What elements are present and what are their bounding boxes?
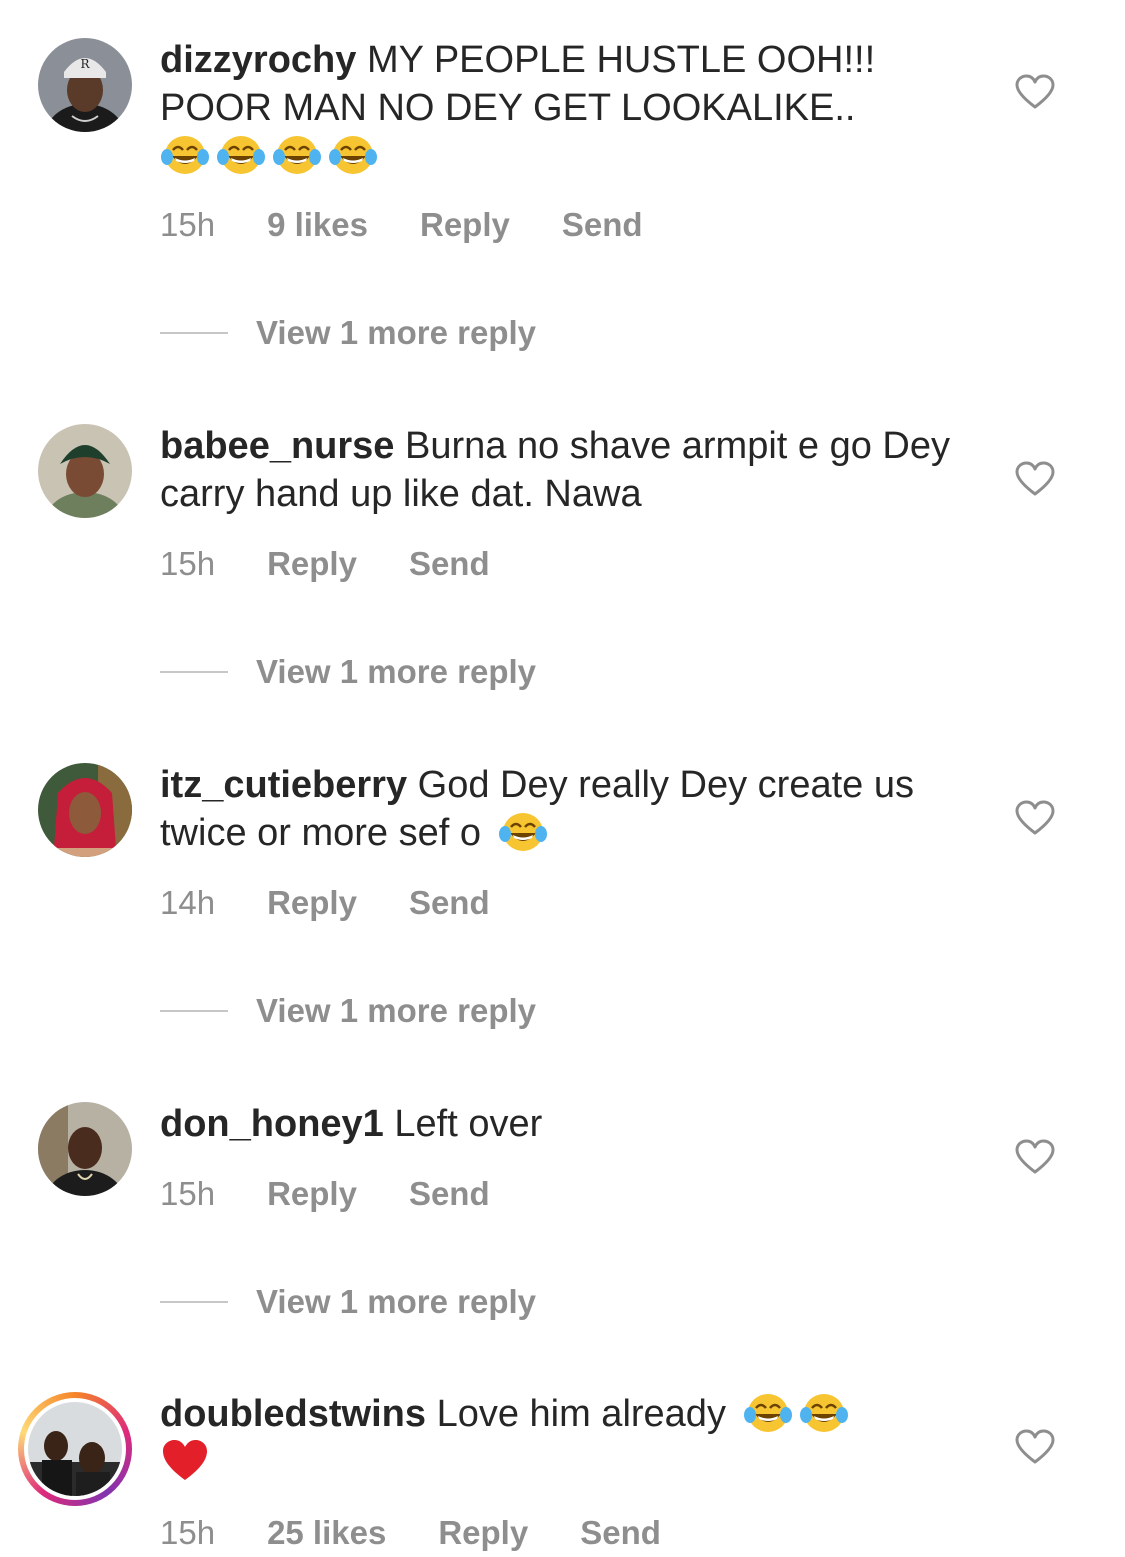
avatar bbox=[28, 1402, 122, 1496]
view-replies-label: View 1 more reply bbox=[256, 1283, 537, 1320]
comment-actions: 15h 9 likes Reply Send bbox=[160, 206, 643, 244]
like-heart-icon[interactable] bbox=[1015, 461, 1055, 497]
comment-username[interactable]: dizzyrochy bbox=[160, 39, 356, 81]
send-button[interactable]: Send bbox=[409, 545, 490, 583]
comment-time: 15h bbox=[160, 545, 216, 582]
divider bbox=[160, 1301, 228, 1303]
like-heart-icon[interactable] bbox=[1015, 1139, 1055, 1175]
view-replies-label: View 1 more reply bbox=[256, 992, 537, 1029]
comment-username[interactable]: don_honey1 bbox=[160, 1103, 384, 1145]
tears-of-joy-emoji bbox=[272, 132, 322, 176]
view-replies-label: View 1 more reply bbox=[256, 314, 537, 351]
avatar[interactable] bbox=[38, 763, 132, 857]
divider bbox=[160, 1010, 228, 1012]
tears-of-joy-emoji bbox=[498, 809, 548, 853]
comment-text: dizzyrochy MY PEOPLE HUSTLE OOH!!! POOR … bbox=[160, 36, 970, 180]
send-button[interactable]: Send bbox=[409, 1175, 490, 1213]
reply-button[interactable]: Reply bbox=[267, 884, 357, 922]
view-replies-button[interactable]: View 1 more reply bbox=[160, 653, 536, 691]
comment-text: babee_nurse Burna no shave armpit e go D… bbox=[160, 422, 970, 518]
tears-of-joy-emoji bbox=[216, 132, 266, 176]
avatar[interactable] bbox=[38, 1102, 132, 1196]
view-replies-label: View 1 more reply bbox=[256, 653, 537, 690]
view-replies-button[interactable]: View 1 more reply bbox=[160, 314, 536, 352]
likes-count[interactable]: 9 likes bbox=[267, 206, 368, 244]
send-button[interactable]: Send bbox=[580, 1514, 661, 1552]
tears-of-joy-emoji bbox=[328, 132, 378, 176]
comment-text: don_honey1 Left over bbox=[160, 1100, 970, 1148]
likes-count[interactable]: 25 likes bbox=[267, 1514, 386, 1552]
comment-time: 15h bbox=[160, 206, 216, 243]
like-heart-icon[interactable] bbox=[1015, 800, 1055, 836]
svg-text:R: R bbox=[80, 57, 90, 71]
comment-text: itz_cutieberry God Dey really Dey create… bbox=[160, 761, 970, 857]
comment-actions: 14h Reply Send bbox=[160, 884, 490, 922]
view-replies-button[interactable]: View 1 more reply bbox=[160, 1283, 536, 1321]
comment-actions: 15h Reply Send bbox=[160, 545, 490, 583]
comment-body: Love him already bbox=[436, 1393, 726, 1435]
red-heart-emoji bbox=[163, 1440, 207, 1480]
view-replies-button[interactable]: View 1 more reply bbox=[160, 992, 536, 1030]
comment-actions: 15h 25 likes Reply Send bbox=[160, 1514, 661, 1552]
comment-body: Left over bbox=[394, 1103, 543, 1145]
like-heart-icon[interactable] bbox=[1015, 74, 1055, 110]
send-button[interactable]: Send bbox=[562, 206, 643, 244]
comment-username[interactable]: babee_nurse bbox=[160, 425, 394, 467]
divider bbox=[160, 332, 228, 334]
avatar-story-ring[interactable] bbox=[18, 1392, 132, 1506]
like-heart-icon[interactable] bbox=[1015, 1429, 1055, 1465]
comment-body: MY PEOPLE HUSTLE OOH!!! bbox=[366, 39, 876, 81]
comment-username[interactable]: itz_cutieberry bbox=[160, 764, 407, 806]
reply-button[interactable]: Reply bbox=[438, 1514, 528, 1552]
divider bbox=[160, 671, 228, 673]
reply-button[interactable]: Reply bbox=[267, 545, 357, 583]
comment-time: 14h bbox=[160, 884, 216, 921]
comment-username[interactable]: doubledstwins bbox=[160, 1393, 426, 1435]
comment-time: 15h bbox=[160, 1514, 216, 1551]
send-button[interactable]: Send bbox=[409, 884, 490, 922]
avatar[interactable]: R bbox=[38, 38, 132, 132]
tears-of-joy-emoji bbox=[799, 1390, 849, 1434]
avatar[interactable] bbox=[38, 424, 132, 518]
comment-actions: 15h Reply Send bbox=[160, 1175, 490, 1213]
comment-text: doubledstwins Love him already bbox=[160, 1390, 970, 1486]
reply-button[interactable]: Reply bbox=[267, 1175, 357, 1213]
tears-of-joy-emoji bbox=[743, 1390, 793, 1434]
tears-of-joy-emoji bbox=[160, 132, 210, 176]
comment-time: 15h bbox=[160, 1175, 216, 1212]
reply-button[interactable]: Reply bbox=[420, 206, 510, 244]
comment-body: POOR MAN NO DEY GET LOOKALIKE.. bbox=[160, 87, 856, 129]
